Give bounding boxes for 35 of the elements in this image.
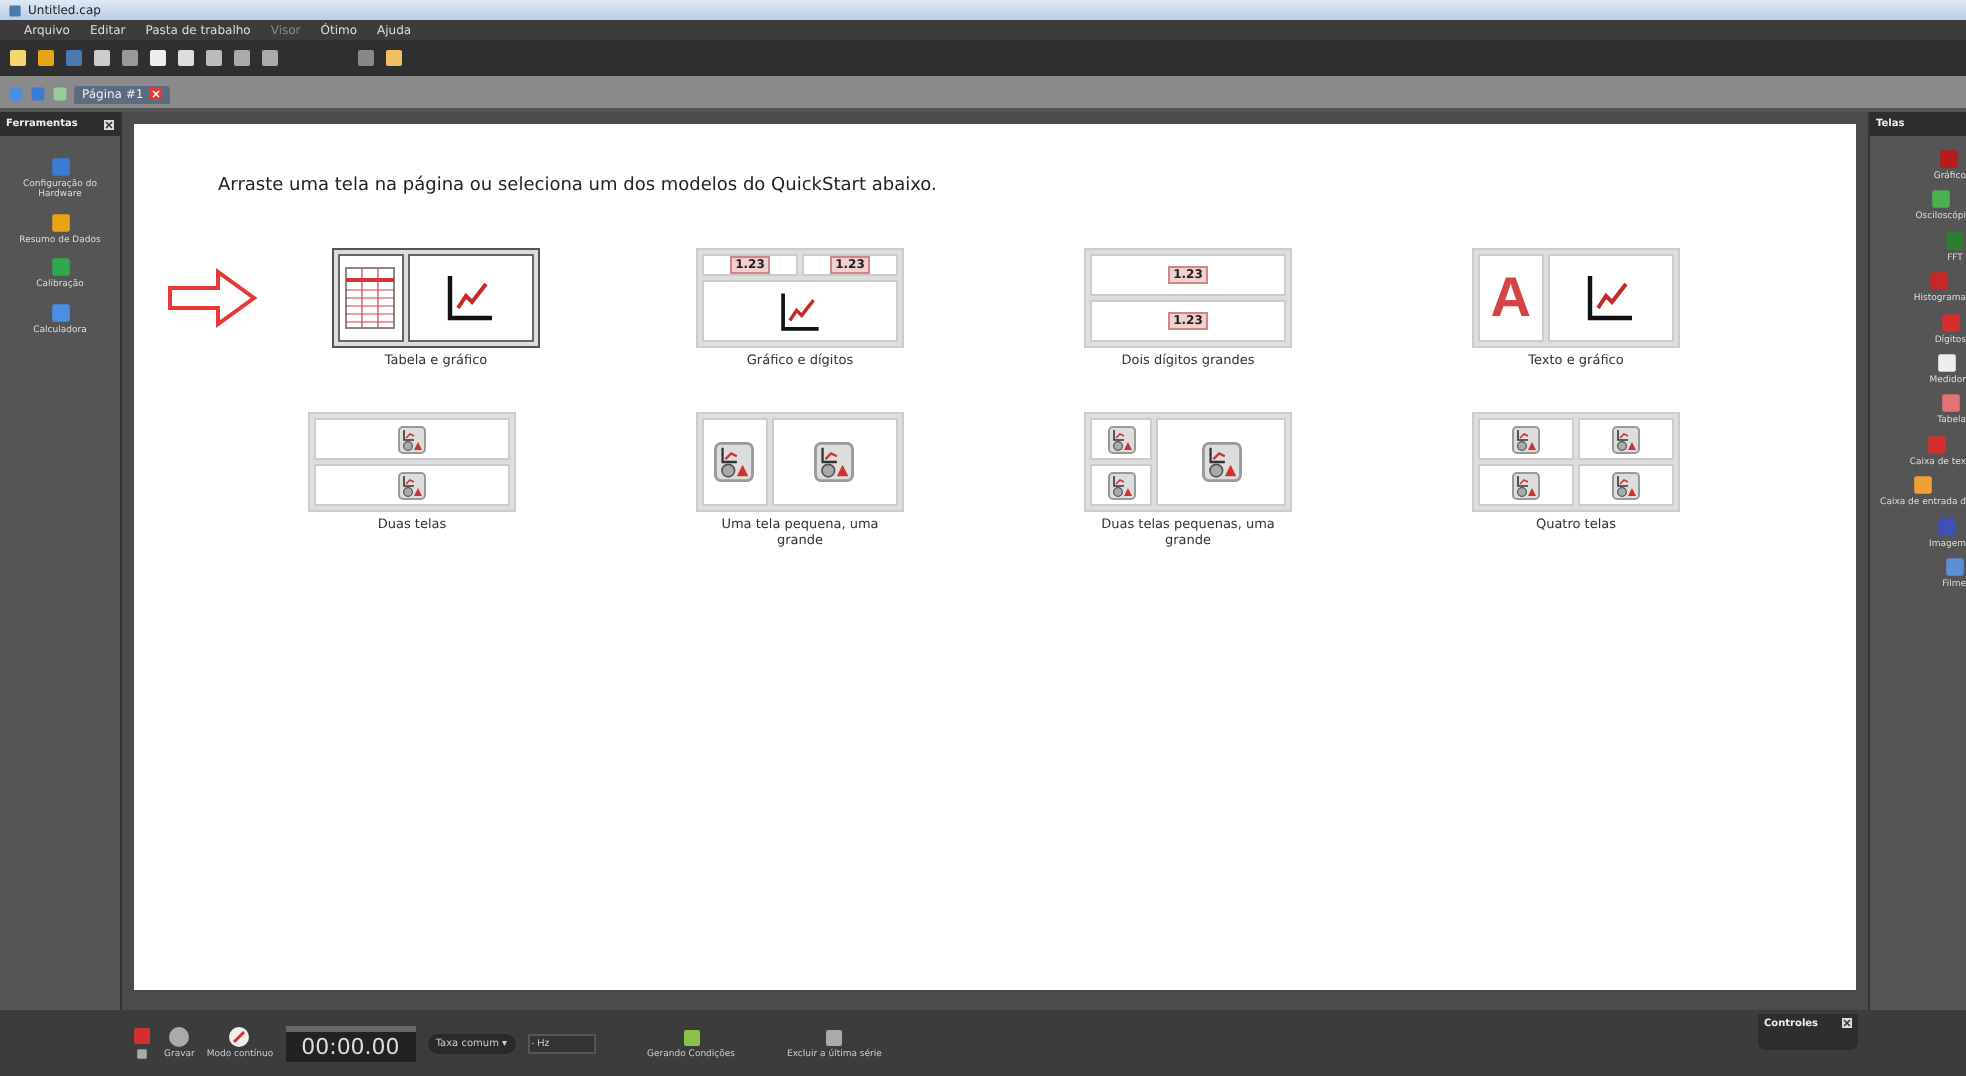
tool-icon[interactable] xyxy=(49,211,71,234)
close-icon[interactable] xyxy=(1842,1018,1852,1028)
arrow-icon xyxy=(166,268,258,328)
timer-display: 00:00.00 xyxy=(285,1025,416,1061)
app-icon[interactable] xyxy=(8,3,22,17)
display-placeholder-icon xyxy=(398,425,426,453)
text-display-letter: A xyxy=(1490,266,1531,330)
record-icon xyxy=(168,1026,191,1048)
display-placeholder-icon xyxy=(1512,471,1540,499)
display-placeholder-icon xyxy=(1107,471,1136,499)
graph-icon xyxy=(1584,272,1637,324)
display-icon[interactable] xyxy=(1929,188,1952,211)
delete-run-icon[interactable] xyxy=(824,1027,845,1047)
template-thumbnail[interactable] xyxy=(332,248,540,348)
display-placeholder-icon xyxy=(1201,442,1242,482)
mode-icon xyxy=(228,1026,251,1048)
table-icon xyxy=(344,266,397,330)
display-placeholder-icon xyxy=(1512,425,1540,453)
tool-icon[interactable] xyxy=(49,256,71,279)
template-thumbnail[interactable]: A xyxy=(1472,248,1680,348)
record-icon[interactable] xyxy=(132,1026,152,1046)
display-icon[interactable] xyxy=(1936,351,1959,374)
graph-icon xyxy=(444,272,497,324)
display-placeholder-icon xyxy=(714,442,755,482)
tool-icon[interactable] xyxy=(49,301,71,324)
conditions-icon[interactable] xyxy=(681,1027,702,1047)
graph-icon xyxy=(778,289,822,334)
instruction-text: Arraste uma tela na página ou seleciona um dos modelos do QuickStart abaixo. xyxy=(218,176,939,196)
display-placeholder-icon xyxy=(1107,425,1136,453)
display-placeholder-icon xyxy=(814,442,855,482)
close-icon[interactable] xyxy=(104,119,114,129)
display-placeholder-icon xyxy=(1612,425,1640,453)
display-icon[interactable] xyxy=(1912,474,1935,497)
display-placeholder-icon xyxy=(398,471,426,499)
display-placeholder-icon xyxy=(1612,471,1640,499)
